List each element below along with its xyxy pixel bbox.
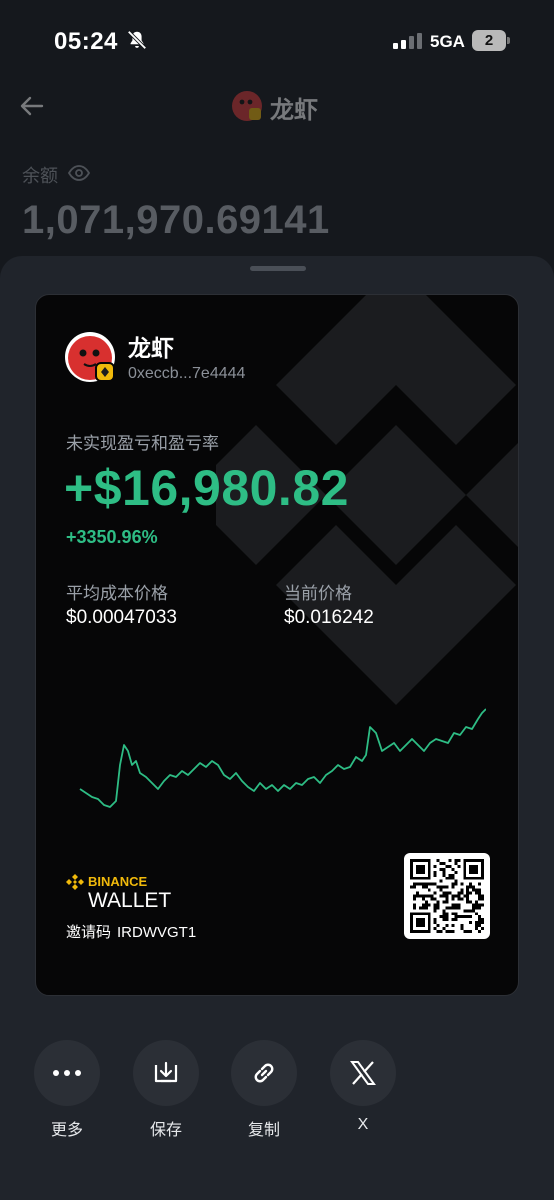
- binance-wallet-logo: BINANCE WALLET: [66, 874, 171, 909]
- battery-level: 2: [472, 30, 506, 51]
- more-dots-icon: [53, 1070, 81, 1076]
- invite-qr-code: [404, 853, 490, 939]
- brand-bottom: WALLET: [88, 889, 171, 909]
- more-button[interactable]: 更多: [33, 1040, 101, 1140]
- x-logo-icon: [350, 1061, 376, 1085]
- sheet-grabber[interactable]: [250, 266, 306, 271]
- share-actions: 更多 保存 复制 X: [0, 1040, 554, 1140]
- pnl-percent: +3350.96%: [66, 527, 158, 547]
- pnl-value: +$16,980.82: [64, 460, 349, 516]
- signal-icon: [393, 33, 422, 49]
- more-label: 更多: [50, 1122, 83, 1139]
- token-name: 龙虾: [128, 335, 174, 361]
- avg-cost-value: $0.00047033: [66, 607, 177, 628]
- price-sparkline: [79, 708, 486, 808]
- pnl-label: 未实现盈亏和盈亏率: [66, 434, 219, 453]
- x-label: X: [357, 1116, 369, 1133]
- invite-code: IRDWVGT1: [117, 924, 197, 941]
- share-x-button[interactable]: X: [329, 1040, 397, 1134]
- invite-code-row: 邀请码 IRDWVGT1: [66, 921, 202, 942]
- current-price-value: $0.016242: [284, 607, 374, 628]
- brand-top: BINANCE: [88, 874, 148, 889]
- status-bar: 05:24 5GA 2: [0, 0, 554, 84]
- page-title: 龙虾: [270, 97, 318, 124]
- back-arrow-icon[interactable]: [18, 92, 46, 120]
- wallet-address: 0xeccb...7e4444: [128, 365, 246, 382]
- balance-label: 余额: [22, 166, 58, 186]
- copy-link-button[interactable]: 复制: [230, 1040, 298, 1140]
- link-icon: [254, 1063, 274, 1083]
- invite-label: 邀请码: [66, 924, 112, 941]
- avg-cost-label: 平均成本价格: [66, 584, 168, 603]
- battery-icon: 2: [472, 30, 510, 51]
- copy-label: 复制: [247, 1122, 280, 1139]
- token-avatar: [232, 91, 262, 121]
- pnl-share-card: 龙虾 0xeccb...7e4444 未实现盈亏和盈亏率 +$16,980.82…: [35, 294, 519, 996]
- eye-icon[interactable]: [68, 163, 90, 183]
- save-button[interactable]: 保存: [132, 1040, 200, 1140]
- status-time: 05:24: [54, 28, 118, 55]
- bell-slash-icon: [127, 30, 147, 50]
- save-label: 保存: [149, 1122, 182, 1139]
- current-price-label: 当前价格: [284, 584, 352, 603]
- token-avatar: [65, 332, 115, 382]
- save-download-icon: [154, 1061, 178, 1083]
- network-type: 5GA: [430, 32, 465, 51]
- balance-value: 1,071,970.69141: [22, 198, 330, 242]
